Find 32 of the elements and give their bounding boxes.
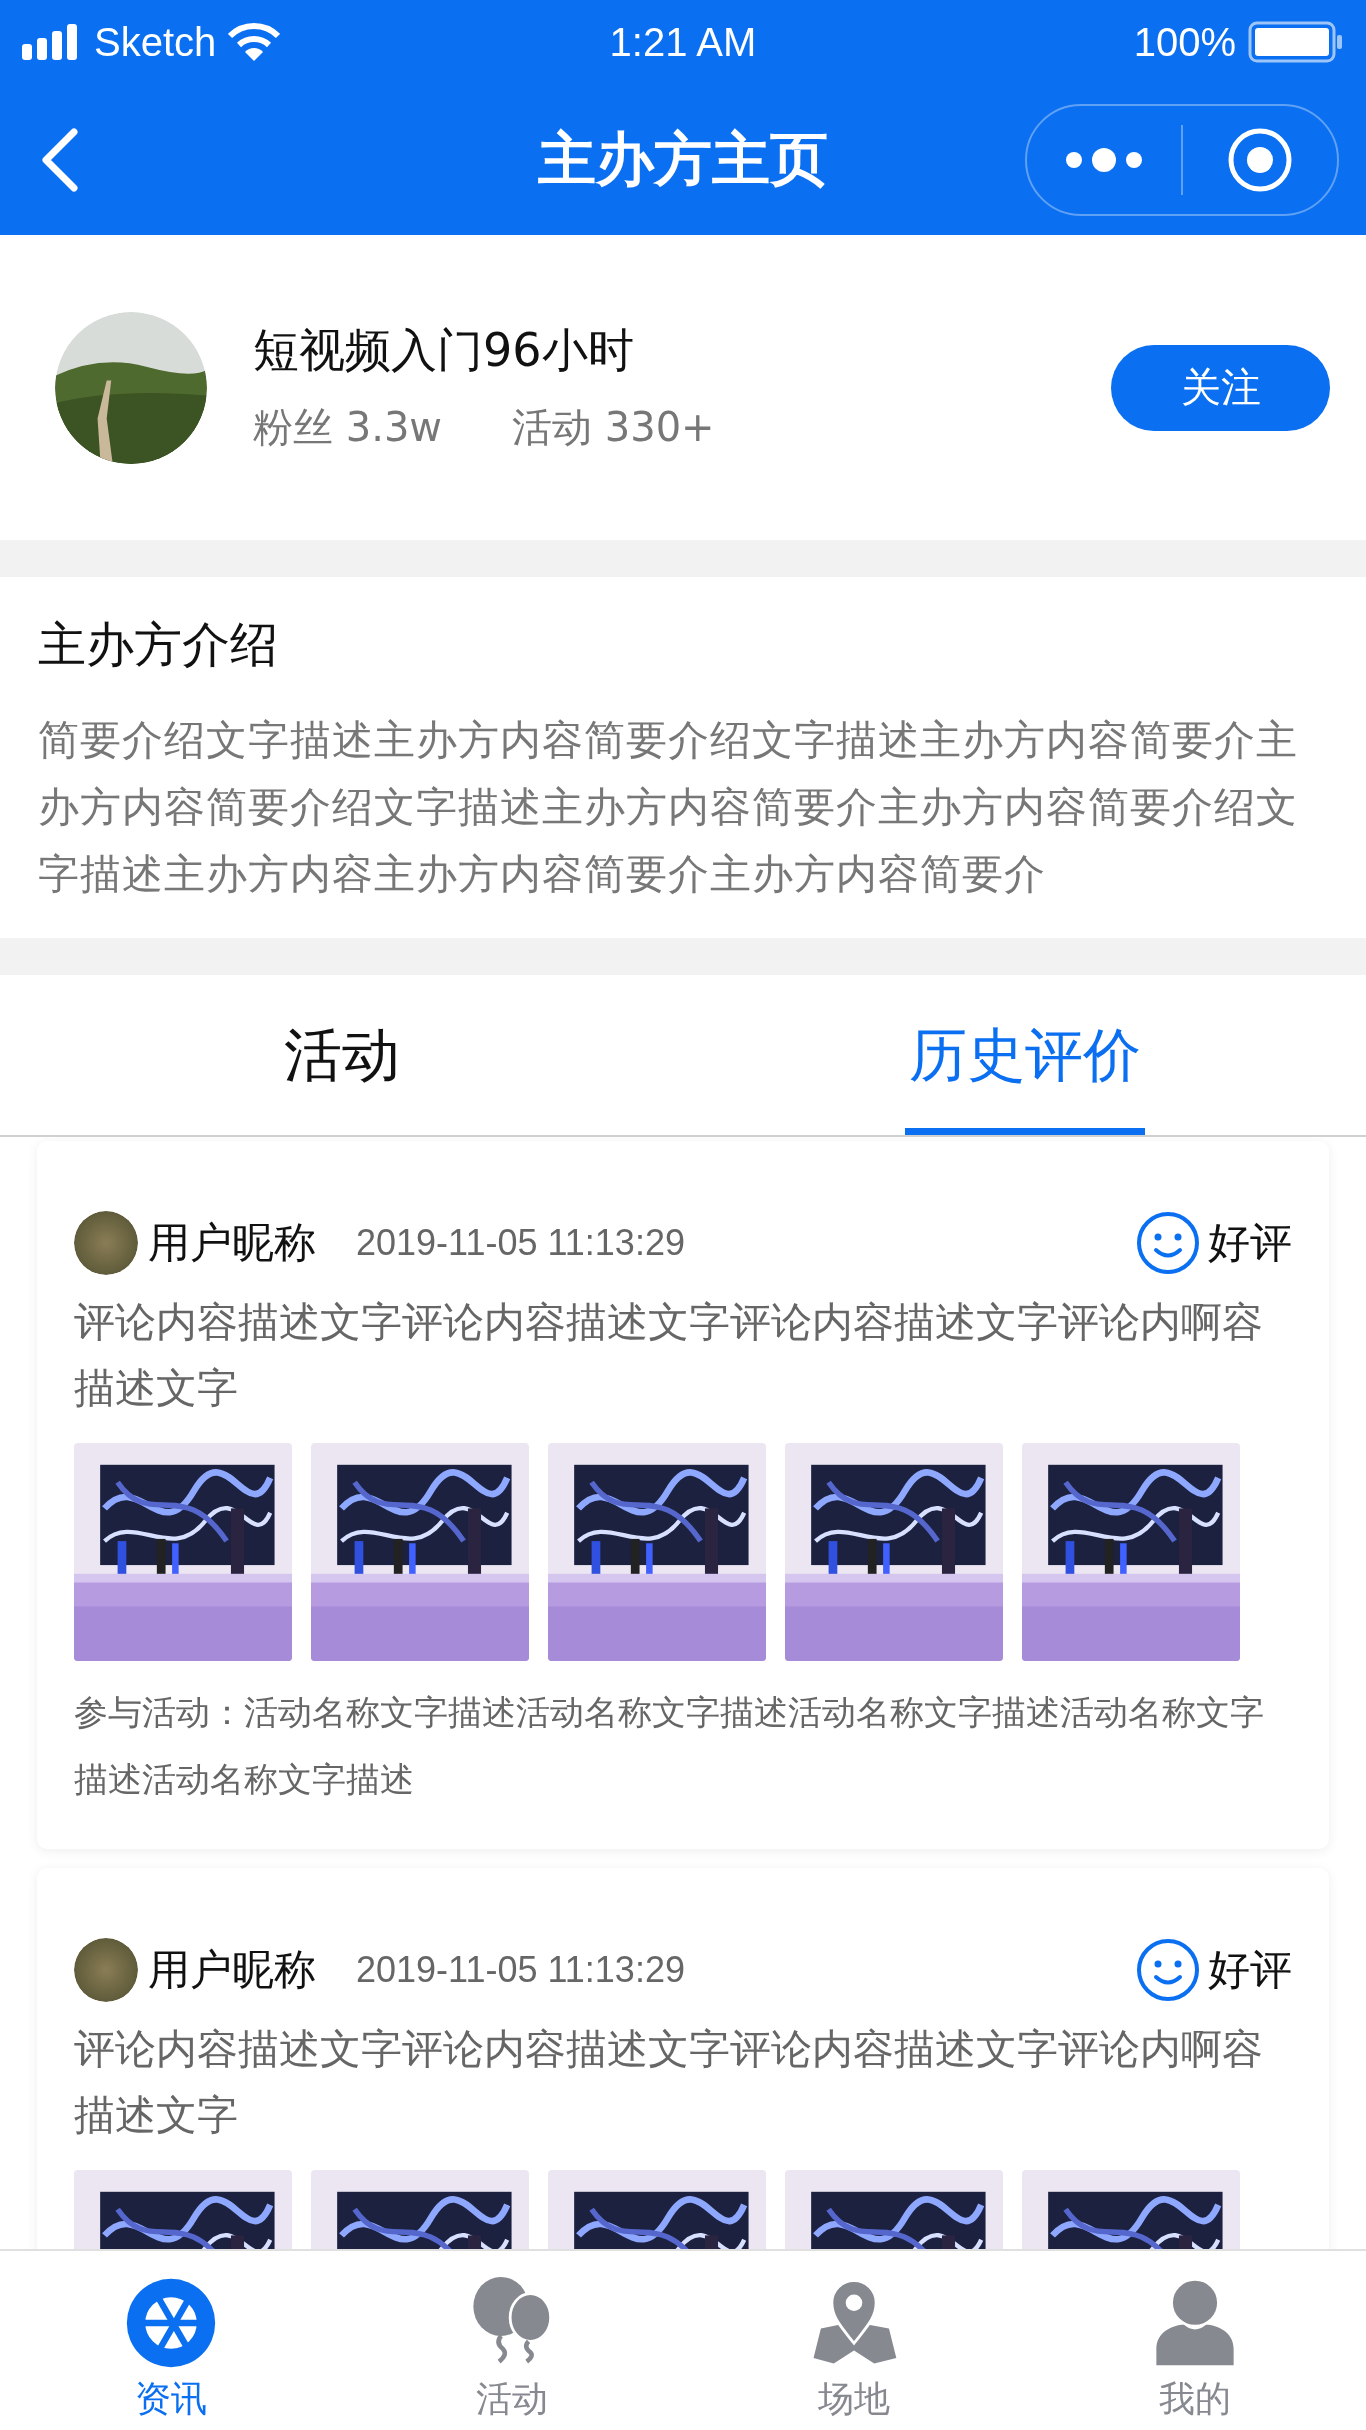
battery-icon: [1248, 21, 1344, 63]
page-title: 主办方主页: [538, 124, 828, 193]
user-avatar: [74, 1211, 138, 1275]
follow-button[interactable]: 关注: [1111, 344, 1330, 431]
user-avatar: [74, 1938, 138, 2002]
rating-label: 好评: [1208, 1944, 1292, 1996]
bottom-nav-item[interactable]: 资讯: [0, 2251, 342, 2430]
activity-text: 参与活动：活动名称文字描述活动名称文字描述活动名称文字描述活动名称文字描述活动名称文字描述: [74, 1691, 1265, 1801]
bottom-nav-item[interactable]: 我的: [1024, 2251, 1366, 2430]
review-time: 2019-11-05 11:13:29: [356, 1222, 685, 1264]
close-target-icon[interactable]: [1227, 126, 1293, 193]
review-comment: 评论内容描述文字评论内容描述文字评论内容描述文字评论内啊容描述文字: [74, 1297, 1264, 1414]
user-nickname: 用户昵称: [148, 1217, 316, 1269]
bottom-nav-item[interactable]: 活动: [341, 2251, 683, 2430]
review-time: 2019-11-05 11:13:29: [356, 1949, 685, 1991]
carrier-name: Sketch: [94, 19, 217, 65]
status-time: 1:21 AM: [609, 19, 757, 65]
aperture-icon: [124, 2277, 217, 2369]
battery-percent: 100%: [1133, 19, 1236, 65]
review-comment: 评论内容描述文字评论内容描述文字评论内容描述文字评论内啊容描述文字: [74, 2024, 1264, 2141]
rating-label: 好评: [1208, 1217, 1292, 1269]
smiley-icon: [1136, 1211, 1200, 1275]
organizer-name: 短视频入门96小时: [253, 322, 635, 379]
intro-text: 简要介绍文字描述主办方内容简要介绍文字描述主办方内容简要介主办方内容简要介绍文字描述主办方内容简要介主办方内容简要介绍文字描述主办方内容主办方内容简要介主办方内容简要介: [38, 715, 1299, 900]
user-nickname: 用户昵称: [148, 1944, 316, 1996]
bottom-nav-item[interactable]: 场地: [683, 2251, 1025, 2430]
tab[interactable]: 活动: [279, 975, 404, 1135]
smiley-icon: [1136, 1938, 1200, 2002]
section-title: 主办方介绍: [38, 615, 279, 674]
wifi-icon: [228, 22, 281, 62]
stat-text: 粉丝 3.3w: [253, 403, 443, 452]
stat-text: 活动 330+: [512, 403, 715, 452]
